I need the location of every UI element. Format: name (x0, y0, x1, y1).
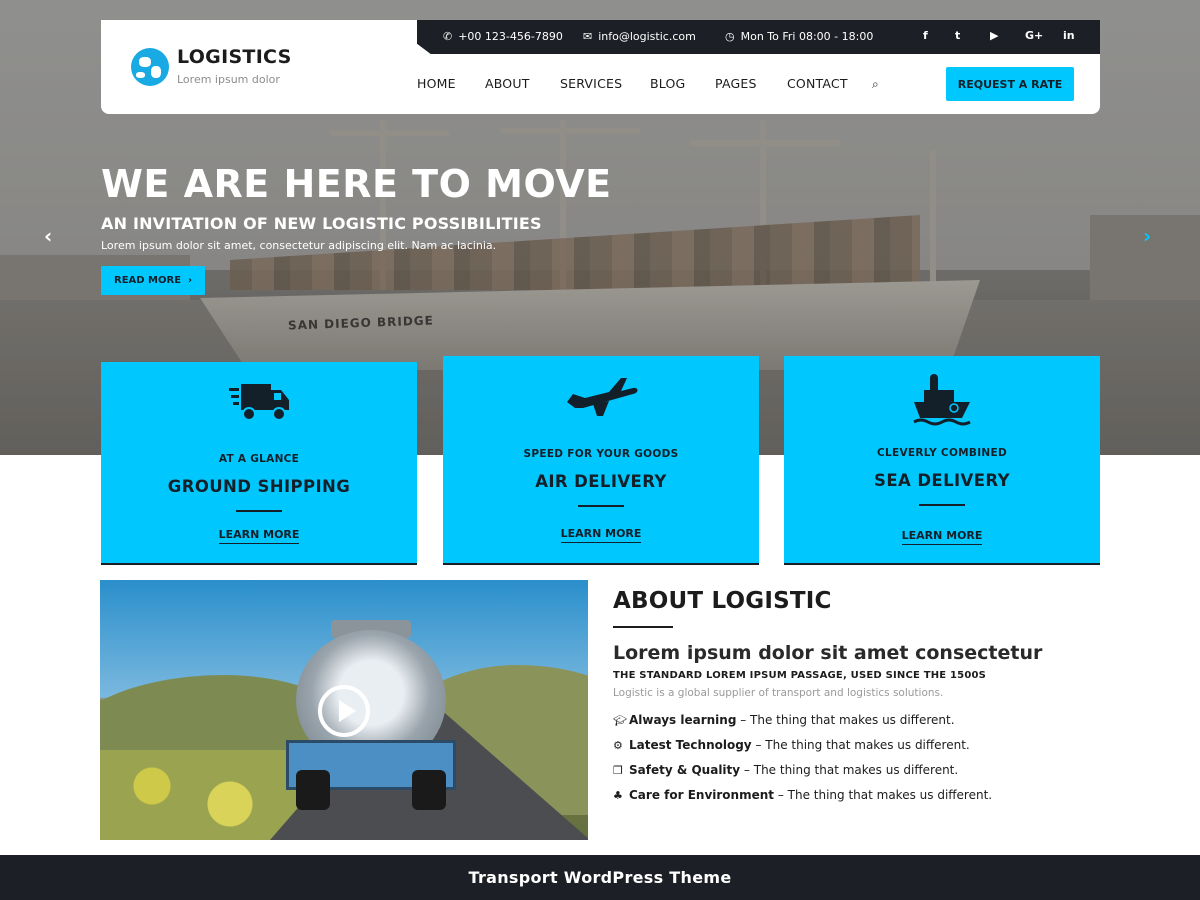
video-thumbnail[interactable] (100, 580, 588, 840)
facebook-icon[interactable]: f (923, 29, 928, 42)
logo-tagline: Lorem ipsum dolor (177, 73, 280, 86)
service-card-air: SPEED FOR YOUR GOODS AIR DELIVERY LEARN … (443, 356, 759, 565)
feature-item: ⚙ Latest Technology – The thing that make… (613, 738, 970, 752)
google-plus-icon[interactable]: G+ (1025, 29, 1043, 42)
hero-description: Lorem ipsum dolor sit amet, consectetur … (101, 239, 497, 252)
read-more-button[interactable]: READ MORE › (101, 266, 206, 295)
nav-services[interactable]: SERVICES (560, 76, 622, 91)
learn-more-link[interactable]: LEARN MORE (101, 528, 417, 544)
nav-home[interactable]: HOME (417, 76, 456, 91)
email-text: info@logistic.com (598, 30, 696, 43)
service-title: AIR DELIVERY (535, 472, 667, 491)
logo[interactable]: LOGISTICS Lorem ipsum dolor (131, 44, 301, 94)
top-bar: ✆ +00 123-456-7890 ✉ info@logistic.com ◷ Mo… (417, 20, 1100, 54)
nav-contact[interactable]: CONTACT (787, 76, 848, 91)
feature-item: ❒ Safety & Quality – The thing that makes… (613, 763, 959, 777)
ship-icon (913, 374, 971, 426)
twitter-icon[interactable]: t (955, 29, 960, 42)
phone-info[interactable]: ✆ +00 123-456-7890 (443, 30, 563, 43)
youtube-icon[interactable]: ▶ (990, 29, 998, 42)
chevron-left-icon[interactable]: ‹ (44, 224, 52, 248)
chevron-right-icon: › (184, 275, 193, 286)
tanker-truck (286, 620, 456, 810)
linkedin-icon[interactable]: in (1063, 29, 1075, 42)
service-title: GROUND SHIPPING (167, 477, 351, 496)
hero-subtitle: AN INVITATION OF NEW LOGISTIC POSSIBILIT… (101, 214, 542, 233)
footer-text: Transport WordPress Theme (468, 868, 732, 887)
tree-icon: ♣ (613, 789, 623, 802)
about-divider (613, 626, 673, 628)
read-more-label: READ MORE (114, 275, 182, 286)
phone-icon: ✆ (443, 30, 453, 43)
learn-more-link[interactable]: LEARN MORE (784, 529, 1100, 545)
chevron-right-icon[interactable]: › (1143, 224, 1151, 248)
about-section: ABOUT LOGISTIC Lorem ipsum dolor sit ame… (613, 588, 1103, 802)
service-card-ground: AT A GLANCE GROUND SHIPPING LEARN MORE (101, 362, 417, 565)
about-description: Logistic is a global supplier of transpo… (613, 687, 944, 699)
about-subheading: THE STANDARD LOREM IPSUM PASSAGE, USED S… (613, 670, 987, 681)
service-kicker: AT A GLANCE (218, 453, 300, 465)
nav-blog[interactable]: BLOG (650, 76, 685, 91)
envelope-icon: ✉ (583, 30, 593, 43)
hours-info: ◷ Mon To Fri 08:00 - 18:00 (725, 30, 873, 43)
request-rate-button[interactable]: REQUEST A RATE (946, 67, 1074, 101)
service-divider (578, 505, 624, 507)
service-divider (919, 504, 965, 506)
airplane-icon (567, 378, 638, 416)
truck-icon (229, 384, 289, 421)
service-title: SEA DELIVERY (874, 471, 1010, 490)
nav-pages[interactable]: PAGES (715, 76, 757, 91)
email-info[interactable]: ✉ info@logistic.com (583, 30, 696, 43)
search-icon[interactable]: ⌕ (872, 77, 879, 92)
play-icon[interactable] (318, 685, 370, 737)
footer-bar: Transport WordPress Theme (0, 855, 1200, 900)
cubes-icon: ❒ (613, 764, 623, 777)
service-card-sea: CLEVERLY COMBINED SEA DELIVERY LEARN MOR… (784, 356, 1100, 565)
gears-icon: ⚙ (613, 739, 623, 752)
hero-title: WE ARE HERE TO MOVE (101, 162, 612, 206)
phone-text: +00 123-456-7890 (458, 30, 563, 43)
logo-title: LOGISTICS (177, 46, 292, 68)
graduation-cap-icon: 🎓︎ (613, 714, 627, 727)
feature-item: ♣ Care for Environment – The thing that m… (613, 788, 993, 802)
nav-about[interactable]: ABOUT (485, 76, 530, 91)
about-heading: Lorem ipsum dolor sit amet consectetur (613, 642, 1043, 664)
about-title: ABOUT LOGISTIC (613, 588, 832, 614)
learn-more-link[interactable]: LEARN MORE (443, 527, 759, 543)
clock-icon: ◷ (725, 30, 735, 43)
hours-text: Mon To Fri 08:00 - 18:00 (740, 30, 874, 43)
hero-content: WE ARE HERE TO MOVE AN INVITATION OF NEW… (101, 160, 701, 295)
feature-item: 🎓︎ Always learning – The thing that makes… (613, 713, 955, 727)
site-header: LOGISTICS Lorem ipsum dolor ✆ +00 123-456… (101, 20, 1100, 114)
service-divider (236, 510, 282, 512)
service-kicker: CLEVERLY COMBINED (876, 447, 1008, 459)
globe-icon (131, 48, 169, 86)
service-kicker: SPEED FOR YOUR GOODS (523, 448, 679, 460)
